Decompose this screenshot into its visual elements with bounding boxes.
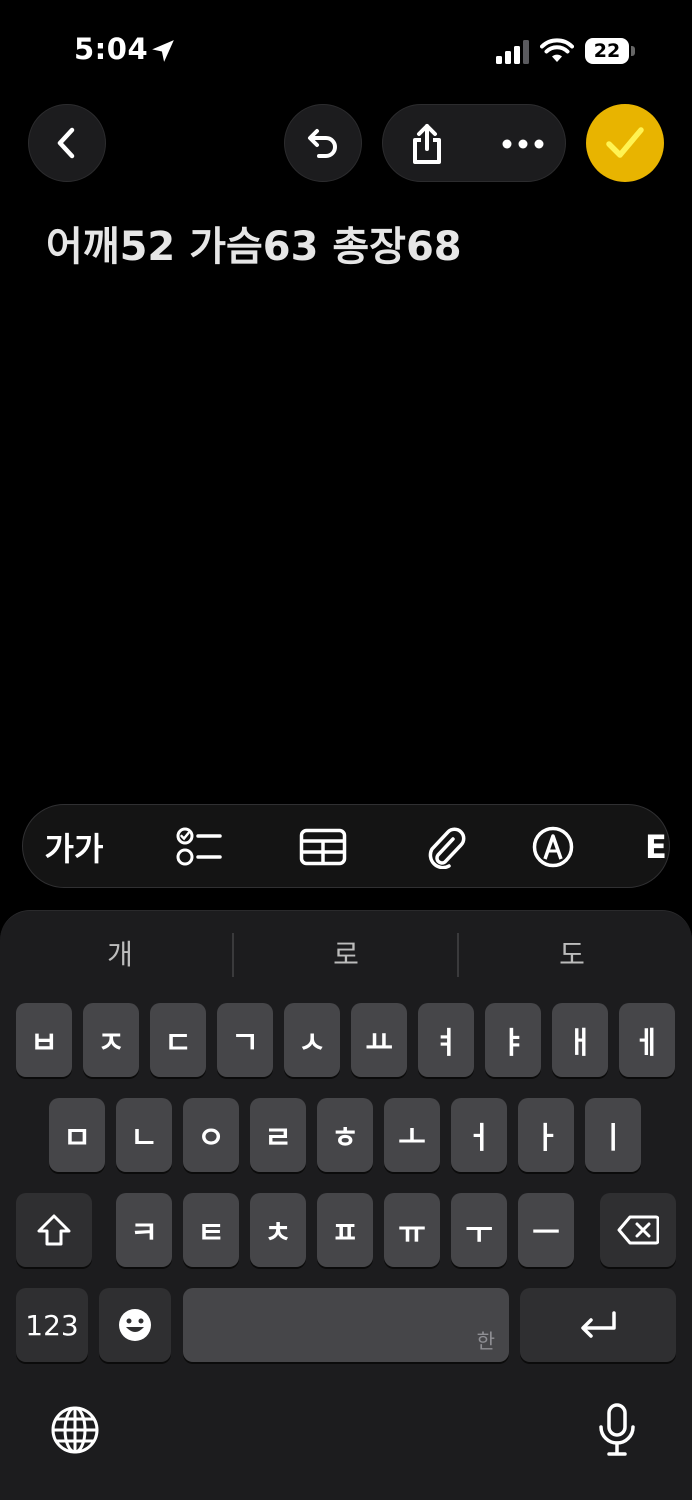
key-row3-2[interactable]: ㅌ — [183, 1193, 239, 1267]
wifi-icon — [540, 38, 574, 62]
text-style-button[interactable]: 가가 — [41, 823, 107, 871]
back-button[interactable] — [28, 104, 106, 182]
share-more-group — [382, 104, 566, 182]
key-row2-1[interactable]: ㅁ — [49, 1098, 105, 1172]
key-row2-4[interactable]: ㄹ — [250, 1098, 306, 1172]
suggestion-divider — [457, 933, 459, 977]
suggestion-1[interactable]: 개 — [8, 933, 232, 977]
key-row3-7[interactable]: ㅡ — [518, 1193, 574, 1267]
shift-icon — [37, 1214, 71, 1246]
checklist-button[interactable] — [171, 823, 227, 871]
key-row1-3[interactable]: ㄷ — [150, 1003, 206, 1077]
suggestion-2[interactable]: 로 — [234, 933, 458, 977]
key-row2-7[interactable]: ㅓ — [451, 1098, 507, 1172]
key-row3-3[interactable]: ㅊ — [250, 1193, 306, 1267]
note-body-text[interactable]: 어깨52 가슴63 총장68 — [46, 214, 462, 272]
shift-key[interactable] — [16, 1193, 92, 1267]
table-icon — [299, 828, 347, 866]
more-format-item[interactable]: E — [645, 823, 669, 871]
return-key[interactable] — [520, 1288, 676, 1362]
key-row1-4[interactable]: ㄱ — [217, 1003, 273, 1077]
key-row2-9[interactable]: ㅣ — [585, 1098, 641, 1172]
more-icon — [502, 139, 544, 149]
attach-button[interactable] — [417, 823, 473, 871]
key-row1-1[interactable]: ㅂ — [16, 1003, 72, 1077]
share-icon — [413, 124, 441, 164]
korean-keyboard: 개 로 도 ㅂ ㅈ ㄷ ㄱ ㅅ ㅛ ㅕ ㅑ ㅐ ㅔ ㅁ ㄴ ㅇ ㄹ ㅎ ㅗ ㅓ … — [0, 910, 692, 1500]
key-row1-6[interactable]: ㅛ — [351, 1003, 407, 1077]
emoji-icon — [119, 1309, 151, 1341]
space-key[interactable]: 한 — [183, 1288, 509, 1362]
cellular-signal-icon — [496, 40, 529, 64]
status-bar: 5:04 22 — [0, 0, 692, 100]
done-button[interactable] — [586, 104, 664, 182]
key-row1-10[interactable]: ㅔ — [619, 1003, 675, 1077]
delete-icon — [617, 1215, 659, 1245]
key-row1-9[interactable]: ㅐ — [552, 1003, 608, 1077]
globe-icon — [51, 1406, 99, 1454]
key-row1-2[interactable]: ㅈ — [83, 1003, 139, 1077]
key-row3-6[interactable]: ㅜ — [451, 1193, 507, 1267]
back-chevron-icon — [57, 127, 75, 159]
space-language-label: 한 — [476, 1329, 495, 1353]
key-row2-5[interactable]: ㅎ — [317, 1098, 373, 1172]
checkmark-icon — [606, 127, 644, 158]
format-toolbar: 가가 E — [22, 804, 670, 888]
microphone-icon — [599, 1403, 635, 1456]
key-row2-6[interactable]: ㅗ — [384, 1098, 440, 1172]
key-row1-7[interactable]: ㅕ — [418, 1003, 474, 1077]
markup-button[interactable] — [525, 823, 581, 871]
markup-pen-icon — [532, 826, 574, 868]
key-row3-5[interactable]: ㅠ — [384, 1193, 440, 1267]
paperclip-icon — [428, 827, 466, 869]
key-row2-3[interactable]: ㅇ — [183, 1098, 239, 1172]
key-row3-4[interactable]: ㅍ — [317, 1193, 373, 1267]
undo-icon — [308, 129, 337, 158]
dictation-button[interactable] — [592, 1401, 642, 1461]
key-row1-5[interactable]: ㅅ — [284, 1003, 340, 1077]
return-icon — [581, 1311, 616, 1338]
delete-key[interactable] — [600, 1193, 676, 1267]
battery-level: 22 — [585, 38, 629, 64]
key-row2-8[interactable]: ㅏ — [518, 1098, 574, 1172]
undo-button[interactable] — [284, 104, 362, 182]
numbers-key[interactable]: 123 — [16, 1288, 88, 1362]
key-row3-1[interactable]: ㅋ — [116, 1193, 172, 1267]
battery-icon: 22 — [585, 38, 635, 64]
battery-cap — [631, 46, 635, 56]
checklist-icon — [176, 827, 222, 866]
suggestion-3[interactable]: 도 — [460, 933, 684, 977]
table-button[interactable] — [295, 823, 351, 871]
share-button[interactable] — [397, 115, 457, 173]
status-time: 5:04 — [74, 32, 149, 66]
more-button[interactable] — [491, 115, 555, 173]
key-row1-8[interactable]: ㅑ — [485, 1003, 541, 1077]
key-row2-2[interactable]: ㄴ — [116, 1098, 172, 1172]
globe-button[interactable] — [48, 1403, 102, 1457]
location-arrow-icon — [152, 40, 174, 62]
emoji-key[interactable] — [99, 1288, 171, 1362]
